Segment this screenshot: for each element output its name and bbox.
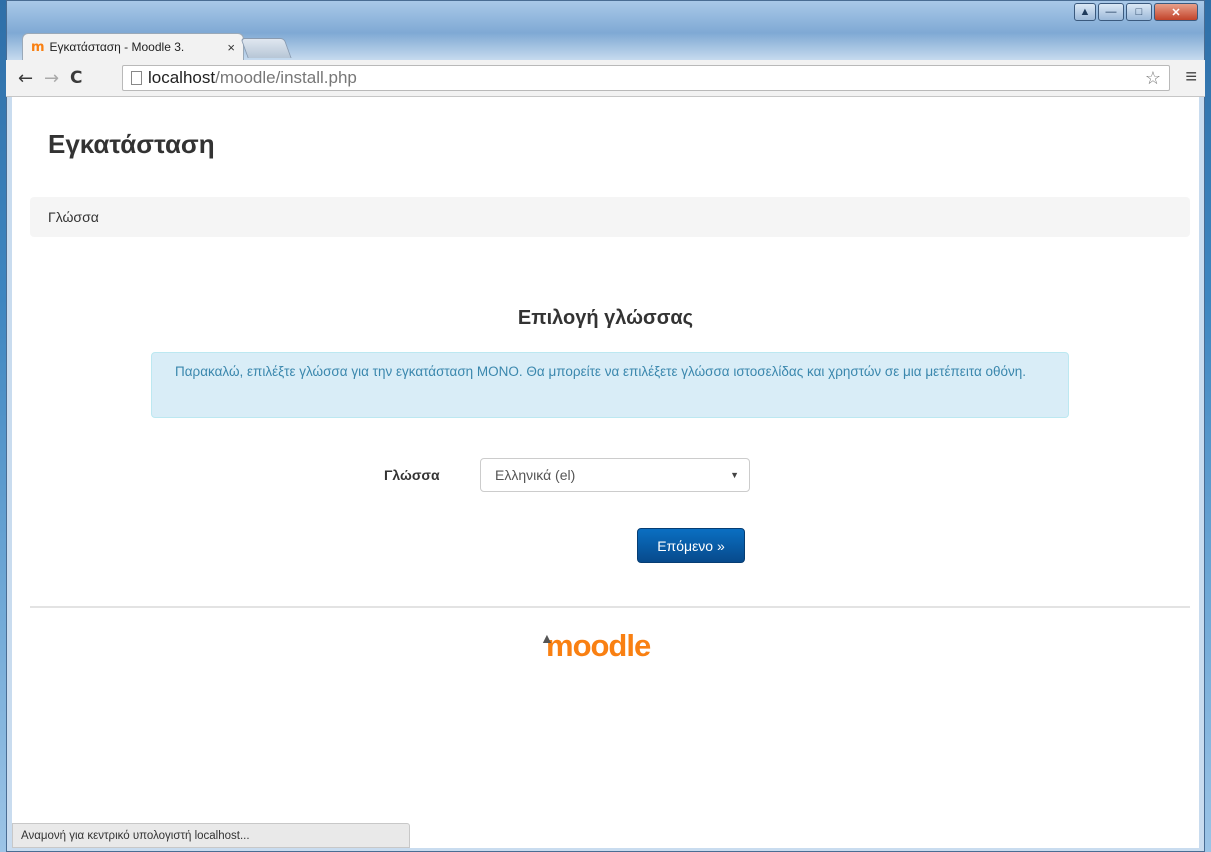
language-select-value: Ελληνικά (el)	[495, 467, 576, 483]
page-title: Εγκατάσταση	[48, 129, 215, 159]
forward-arrow-icon[interactable]: →	[44, 68, 59, 89]
url-path: /moodle/install.php	[215, 68, 357, 87]
language-label: Γλώσσα	[384, 467, 440, 483]
maximize-button[interactable]: □	[1126, 3, 1152, 21]
moodle-logo[interactable]: ▲ moodle	[540, 628, 651, 664]
footer-divider	[30, 606, 1190, 608]
next-button[interactable]: Επόμενο »	[637, 528, 745, 563]
back-arrow-icon[interactable]: ←	[18, 68, 33, 89]
status-bar: Αναμονή για κεντρικό υπολογιστή localhos…	[12, 823, 410, 848]
graduation-cap-icon: ▲	[540, 630, 554, 646]
breadcrumb-item-language: Γλώσσα	[48, 209, 99, 225]
reload-icon[interactable]: C	[70, 68, 82, 88]
close-window-button[interactable]: ✕	[1154, 3, 1198, 21]
tab-title: Εγκατάσταση - Moodle 3.	[49, 40, 185, 54]
star-icon[interactable]: ☆	[1145, 68, 1161, 89]
browser-toolbar: ← → C localhost/moodle/install.php ☆ ≡	[6, 60, 1205, 97]
user-icon[interactable]: ▲	[1074, 3, 1096, 21]
breadcrumb: Γλώσσα	[30, 197, 1190, 237]
info-alert: Παρακαλώ, επιλέξτε γλώσσα για την εγκατά…	[151, 352, 1069, 418]
minimize-button[interactable]: —	[1098, 3, 1124, 21]
language-select[interactable]: Ελληνικά (el) ▼	[480, 458, 750, 492]
address-bar[interactable]: localhost/moodle/install.php ☆	[122, 65, 1170, 91]
page-viewport: Εγκατάσταση Γλώσσα Επιλογή γλώσσας Παρακ…	[12, 97, 1199, 848]
browser-tab[interactable]: m Εγκατάσταση - Moodle 3. ×	[22, 33, 244, 60]
page-icon	[131, 71, 142, 85]
moodle-logo-text: moodle	[546, 628, 651, 663]
dropdown-arrow-icon: ▼	[730, 470, 739, 480]
menu-icon[interactable]: ≡	[1185, 66, 1197, 89]
url-host: localhost	[148, 68, 216, 87]
url-text: localhost/moodle/install.php	[148, 68, 357, 88]
window-controls: ▲ — □ ✕	[1074, 3, 1198, 21]
tab-close-icon[interactable]: ×	[227, 40, 235, 55]
new-tab-button[interactable]	[240, 38, 292, 58]
section-heading: Επιλογή γλώσσας	[517, 307, 694, 329]
moodle-favicon-icon: m	[31, 39, 45, 55]
